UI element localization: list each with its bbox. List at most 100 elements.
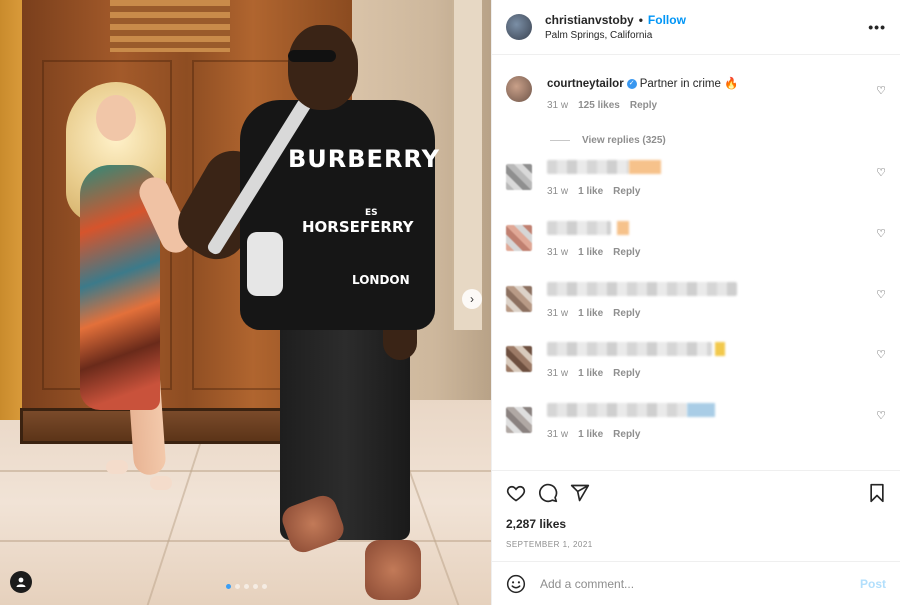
comment-body: 31 w 1 like Reply: [547, 403, 864, 440]
carousel-indicator: [226, 584, 267, 589]
like-comment-heart-icon[interactable]: ♡: [876, 84, 886, 97]
shirt-text-brand: BURBERRY: [288, 145, 440, 173]
comment-likes[interactable]: 125 likes: [578, 100, 620, 111]
door-transom: [110, 0, 230, 52]
comment-meta: 31 w 1 like Reply: [547, 308, 864, 319]
floor-tile-line: [0, 540, 491, 542]
avatar[interactable]: [506, 407, 532, 433]
man-shoe: [365, 540, 421, 600]
tagged-users-button[interactable]: [10, 571, 32, 593]
comment-likes[interactable]: 1 like: [578, 308, 603, 319]
man-head: [288, 25, 358, 110]
comment-time[interactable]: 31 w: [547, 429, 568, 440]
comment-meta: 31 w 125 likes Reply: [547, 100, 864, 111]
post-date[interactable]: SEPTEMBER 1, 2021: [506, 540, 886, 549]
share-icon[interactable]: [570, 483, 590, 503]
comment-input[interactable]: [540, 576, 860, 591]
location-link[interactable]: Palm Springs, California: [545, 30, 868, 41]
likes-count[interactable]: 2,287 likes: [506, 517, 886, 531]
post-photo[interactable]: BURBERRY ES HORSEFERRY LONDON ›: [0, 0, 491, 605]
comment-time[interactable]: 31 w: [547, 247, 568, 258]
carousel-dot: [244, 584, 249, 589]
follow-button[interactable]: Follow: [648, 13, 686, 27]
avatar[interactable]: [506, 164, 532, 190]
like-comment-heart-icon[interactable]: ♡: [876, 348, 886, 361]
author-username[interactable]: christianvstoby: [545, 13, 634, 27]
comment-body: 31 w 1 like Reply: [547, 342, 864, 379]
comment-meta: 31 w 1 like Reply: [547, 186, 864, 197]
author-row: christianvstoby • Follow: [545, 13, 868, 27]
shirt-text-horseferry: HORSEFERRY: [302, 218, 414, 236]
blurred-comment-text: [547, 282, 864, 298]
avatar[interactable]: [506, 14, 532, 40]
reply-button[interactable]: Reply: [613, 429, 640, 440]
comment-time[interactable]: 31 w: [547, 100, 568, 111]
sunglasses: [288, 50, 336, 62]
avatar[interactable]: [506, 346, 532, 372]
carousel-next-button[interactable]: ›: [462, 289, 482, 309]
crossbody-bag: [247, 232, 283, 296]
bookmark-icon[interactable]: [868, 483, 886, 503]
reply-button[interactable]: Reply: [613, 368, 640, 379]
avatar[interactable]: [506, 76, 532, 102]
blurred-text: [547, 403, 687, 417]
carousel-dot: [235, 584, 240, 589]
view-replies-label: View replies (325): [582, 135, 666, 146]
comment-time[interactable]: 31 w: [547, 368, 568, 379]
comment-meta: 31 w 1 like Reply: [547, 368, 864, 379]
comment-body: courtneytailor ✓ Partner in crime 🔥 31 w 1…: [547, 76, 864, 111]
more-options-icon[interactable]: •••: [868, 19, 886, 35]
blurred-emoji: [715, 342, 725, 356]
action-icons-row: [506, 483, 886, 503]
blurred-comment-text: [547, 342, 864, 358]
blurred-comment-text: [547, 403, 864, 419]
blurred-emoji: [687, 403, 715, 417]
reply-button[interactable]: Reply: [630, 100, 657, 111]
verified-badge-icon: ✓: [626, 78, 637, 89]
carousel-dot: [226, 584, 231, 589]
floor-tile-line: [0, 470, 491, 472]
replies-divider-line: [550, 140, 570, 141]
comment-username[interactable]: courtneytailor: [547, 78, 624, 90]
reply-button[interactable]: Reply: [613, 247, 640, 258]
person-icon: [16, 577, 26, 587]
comment-meta: 31 w 1 like Reply: [547, 429, 864, 440]
emoji-icon[interactable]: [506, 574, 526, 594]
reply-button[interactable]: Reply: [613, 186, 640, 197]
like-comment-heart-icon[interactable]: ♡: [876, 288, 886, 301]
post-sidebar: christianvstoby • Follow Palm Springs, C…: [491, 0, 900, 605]
like-comment-heart-icon[interactable]: ♡: [876, 166, 886, 179]
like-comment-heart-icon[interactable]: ♡: [876, 227, 886, 240]
reply-button[interactable]: Reply: [613, 308, 640, 319]
comment-icon[interactable]: [538, 483, 558, 503]
like-comment-heart-icon[interactable]: ♡: [876, 409, 886, 422]
comment-likes[interactable]: 1 like: [578, 247, 603, 258]
blurred-text: [547, 342, 712, 356]
blurred-comment-text: [547, 221, 864, 237]
comment-likes[interactable]: 1 like: [578, 429, 603, 440]
comment-text: Partner in crime 🔥: [639, 78, 739, 90]
comment-body: 31 w 1 like Reply: [547, 221, 864, 258]
comment-text-row: courtneytailor ✓ Partner in crime 🔥: [547, 76, 864, 90]
post-actions: 2,287 likes SEPTEMBER 1, 2021: [492, 470, 900, 549]
woman-shoe: [106, 460, 128, 474]
comment-likes[interactable]: 1 like: [578, 186, 603, 197]
pillar: [452, 0, 482, 330]
avatar[interactable]: [506, 225, 532, 251]
heart-icon[interactable]: [506, 483, 526, 503]
carousel-dot: [253, 584, 258, 589]
add-comment-bar: Post: [492, 561, 900, 605]
view-replies-button[interactable]: View replies (325): [550, 135, 666, 146]
comment-likes[interactable]: 1 like: [578, 368, 603, 379]
post-header: christianvstoby • Follow Palm Springs, C…: [492, 0, 900, 55]
comment-body: 31 w 1 like Reply: [547, 282, 864, 319]
shirt-text-small: ES: [365, 208, 378, 218]
woman-shoe: [150, 476, 172, 490]
post-author-info: christianvstoby • Follow Palm Springs, C…: [545, 13, 868, 41]
comment-time[interactable]: 31 w: [547, 186, 568, 197]
comment-time[interactable]: 31 w: [547, 308, 568, 319]
post-comment-button[interactable]: Post: [860, 577, 886, 591]
blurred-text: [547, 160, 629, 174]
wall-left: [0, 0, 22, 420]
avatar[interactable]: [506, 286, 532, 312]
